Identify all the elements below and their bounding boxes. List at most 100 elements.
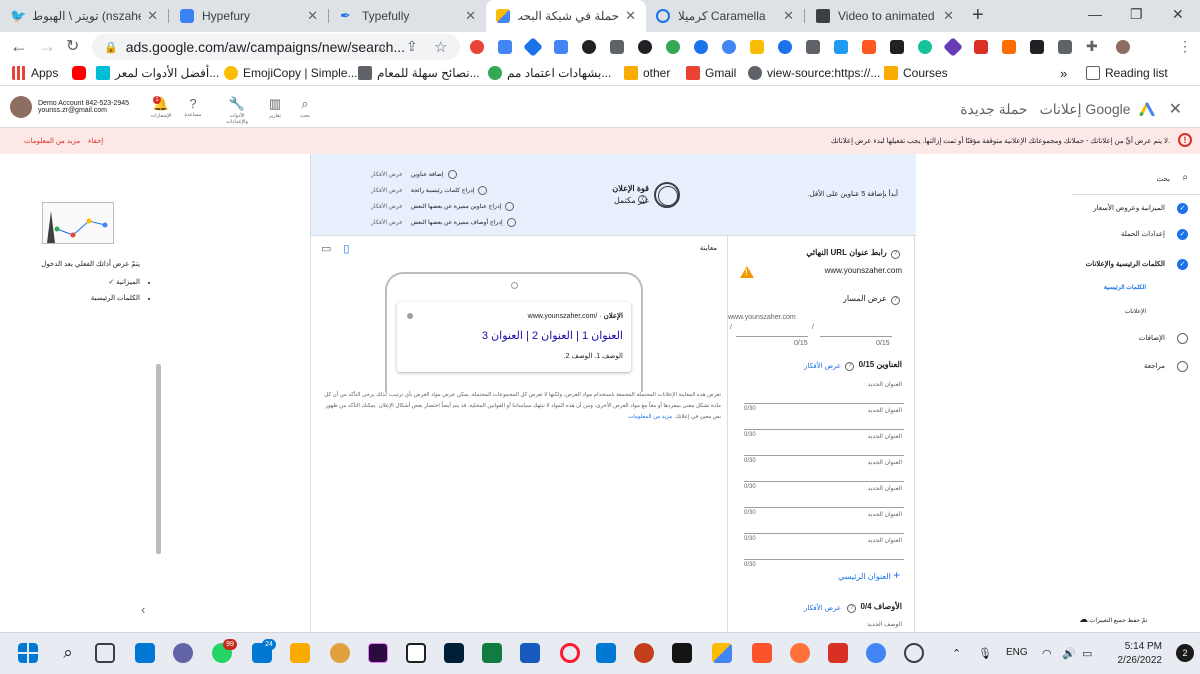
bookmark-emojicopy[interactable]: EmojiCopy | Simple... <box>224 66 358 80</box>
account-switcher[interactable]: Demo Account 842-523-2945 younss.zr@gmai… <box>10 96 129 118</box>
extension-icon[interactable] <box>610 40 624 54</box>
extension-icon[interactable] <box>638 40 652 54</box>
headline-input[interactable]: العنوان الجديد 0/30 <box>744 456 904 490</box>
tab-typefully[interactable]: ✒ Typefully ✕ <box>330 0 486 32</box>
address-bar[interactable]: 🔒 ads.google.com/aw/campaigns/new/search… <box>92 34 460 60</box>
extension-icon[interactable] <box>498 40 512 54</box>
new-tab-button[interactable]: + <box>972 4 984 27</box>
add-headline-button[interactable]: العنوان الرئيسي + <box>838 568 900 582</box>
twitter-extension-icon[interactable] <box>834 40 848 54</box>
extension-icon[interactable] <box>862 40 876 54</box>
chevron-up-icon[interactable]: ⌃ <box>952 647 961 660</box>
grammarly-icon[interactable] <box>918 40 932 54</box>
path2-field[interactable] <box>820 336 892 337</box>
share-icon[interactable]: ⇪ <box>406 38 418 55</box>
google-ads-icon[interactable] <box>712 643 732 663</box>
extension-icon[interactable] <box>806 40 820 54</box>
headline-ideas-link[interactable]: عرض الأفكار <box>804 362 841 370</box>
app-icon[interactable] <box>330 643 350 663</box>
extension-icon[interactable] <box>666 40 680 54</box>
extension-icon[interactable] <box>694 40 708 54</box>
file-explorer-icon[interactable] <box>290 643 310 663</box>
bookmark-gmail[interactable]: Gmail <box>686 66 736 80</box>
mobile-icon[interactable]: ▯ <box>343 242 349 255</box>
step-budget[interactable]: الميزانية وعروض الأسعار ✓ <box>1064 202 1200 216</box>
word-icon[interactable] <box>520 643 540 663</box>
close-window-icon[interactable]: ✕ <box>1172 6 1184 23</box>
restore-icon[interactable]: ❐ <box>1130 6 1143 23</box>
bookmark-tips[interactable]: نصائح سهلة للمعام... <box>358 66 480 80</box>
firefox-icon[interactable] <box>790 643 810 663</box>
bookmark-folder-other[interactable]: other <box>624 66 670 80</box>
search-icon[interactable]: ⌕ <box>58 643 78 663</box>
reading-list-button[interactable]: Reading list <box>1086 66 1168 80</box>
learn-more-link[interactable]: مزيد من المعلومات <box>24 137 80 145</box>
step-settings[interactable]: إعدادات الحملة ✓ <box>1064 228 1200 242</box>
extension-icon[interactable] <box>470 40 484 54</box>
help-button[interactable]: ? مساعدة <box>178 96 208 118</box>
substep-keywords[interactable]: الكلمات الرئيسية <box>1104 284 1146 291</box>
powerpoint-icon[interactable] <box>634 643 654 663</box>
app-icon[interactable] <box>828 643 848 663</box>
headline-input[interactable]: العنوان الجديد 0/30 <box>744 482 904 516</box>
notion-icon[interactable] <box>1030 40 1044 54</box>
bookmark-star-icon[interactable]: ☆ <box>434 38 447 56</box>
netflix-icon[interactable] <box>672 643 692 663</box>
forward-icon[interactable]: → <box>38 36 56 57</box>
volume-icon[interactable]: 🔊 <box>1062 647 1076 660</box>
start-icon[interactable] <box>18 643 38 663</box>
step-extensions[interactable]: الإضافات <box>1064 332 1200 346</box>
headline-input[interactable]: العنوان الجديد 0/30 <box>744 378 904 412</box>
headline-input[interactable]: العنوان الجديد 0/30 <box>744 404 904 438</box>
notifications-button[interactable]: 🔔 الإشعارات <box>146 96 176 119</box>
reports-button[interactable]: ▥ تقارير <box>260 96 290 119</box>
path1-field[interactable] <box>736 336 808 337</box>
tab-caramella[interactable]: كرميلا Caramella ✕ <box>646 0 804 32</box>
steps-search[interactable]: بحث ⌕ <box>1064 172 1200 190</box>
microphone-icon[interactable]: 🎙 <box>978 647 992 660</box>
reload-icon[interactable]: ↻ <box>66 36 79 56</box>
opera-icon[interactable] <box>560 643 580 663</box>
extensions-puzzle-icon[interactable]: ✚ <box>1086 38 1098 55</box>
headline-input[interactable]: العنوان الجديد 0/30 <box>744 430 904 464</box>
tab-twitter[interactable]: 🐦 تويتر \ الهبوط (nszaher ✕ <box>0 0 168 32</box>
step-review[interactable]: مراجعة <box>1064 360 1200 374</box>
help-icon[interactable]: ? <box>891 250 900 259</box>
search-button[interactable]: ⌕ بحث <box>290 96 320 119</box>
language-indicator[interactable]: ENG <box>1006 647 1028 658</box>
chevron-left-icon[interactable]: ‹ <box>141 602 145 617</box>
extension-icon[interactable] <box>722 40 736 54</box>
show-ideas-link[interactable]: عرض الأفكار <box>371 187 403 194</box>
bookmark-folder-courses[interactable]: Courses <box>884 66 948 80</box>
show-ideas-link[interactable]: عرض الأفكار <box>371 203 403 210</box>
substep-ads[interactable]: الإعلانات <box>1125 308 1146 315</box>
widgets-icon[interactable] <box>135 643 155 663</box>
help-icon[interactable]: ? <box>845 362 855 371</box>
search-icon[interactable]: ⌕ <box>378 38 386 55</box>
extension-icon[interactable] <box>750 40 764 54</box>
notification-center-badge[interactable]: 2 <box>1176 644 1194 662</box>
step-keywords-ads[interactable]: الكلمات الرئيسية والإعلانات ✓ <box>1064 258 1200 272</box>
close-tab-icon[interactable]: ✕ <box>307 8 318 24</box>
scrollbar[interactable] <box>156 364 161 554</box>
description-input[interactable]: الوصف الجديد <box>744 618 904 632</box>
translate-icon[interactable] <box>554 40 568 54</box>
tab-google-ads[interactable]: حملة في شبكة البحث - ✕ <box>486 0 646 32</box>
bookmark-youtube[interactable] <box>72 66 91 80</box>
close-tab-icon[interactable]: ✕ <box>943 8 954 24</box>
close-tab-icon[interactable]: ✕ <box>783 8 794 24</box>
tab-video-to-gif[interactable]: Video to animated GIF ✕ <box>806 0 964 32</box>
dismiss-link[interactable]: إخفاء <box>88 137 103 145</box>
extension-icon[interactable] <box>890 40 904 54</box>
extension-icon[interactable] <box>943 37 963 57</box>
chat-icon[interactable] <box>173 643 193 663</box>
final-url-input[interactable]: www.younszaher.com <box>825 266 902 275</box>
extension-icon[interactable] <box>1002 40 1016 54</box>
chrome-icon[interactable] <box>866 643 886 663</box>
extension-icon[interactable] <box>1058 40 1072 54</box>
learn-more-link[interactable]: مزيد من المعلومات <box>628 414 672 420</box>
outlook-icon[interactable] <box>596 643 616 663</box>
excel-icon[interactable] <box>482 643 502 663</box>
back-icon[interactable]: ← <box>10 36 28 57</box>
photoshop-icon[interactable] <box>444 643 464 663</box>
